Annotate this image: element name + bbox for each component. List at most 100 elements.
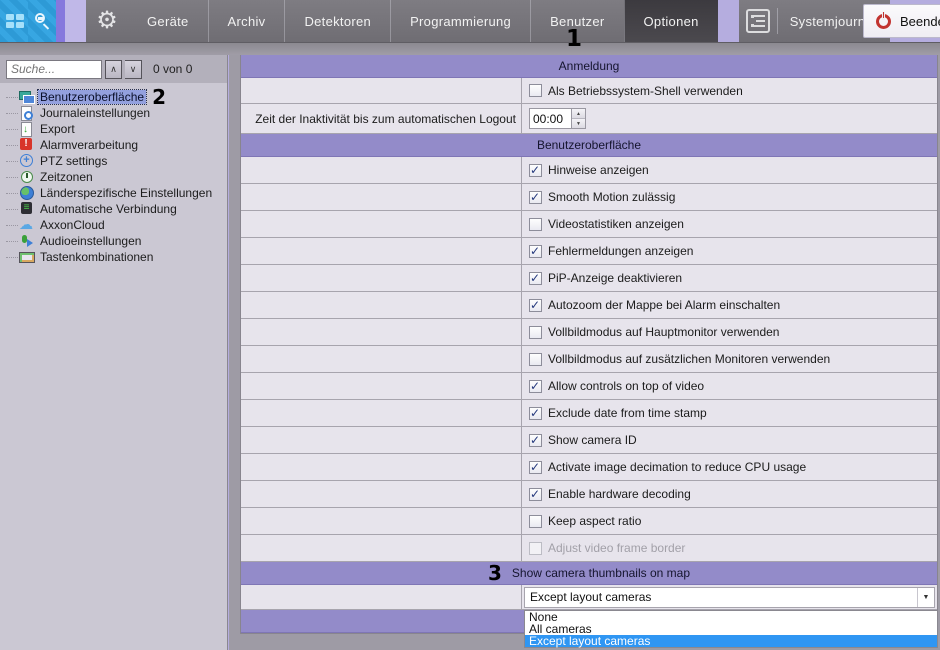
tree-item-label: Alarmverarbeitung — [38, 138, 140, 152]
tree-connector — [6, 129, 18, 130]
thumbnails-dropdown[interactable]: Except layout cameras▼ — [524, 587, 935, 608]
checkbox-label: Vollbildmodus auf zusätzlichen Monitoren… — [548, 352, 830, 366]
accent-stripe-light — [65, 0, 86, 42]
tree-item-globe[interactable]: Länderspezifische Einstellungen — [6, 185, 227, 201]
tree-item-cloud[interactable]: AxxonCloud — [6, 217, 227, 233]
layouts-tile-button[interactable] — [0, 0, 28, 42]
tab-archiv[interactable]: Archiv — [208, 0, 285, 42]
checkbox[interactable] — [529, 245, 542, 258]
checkbox[interactable] — [529, 299, 542, 312]
options-sidebar: ∧ ∨ 0 von 0 Benutzeroberfläche2Journalei… — [0, 55, 228, 650]
options-panel: Anmeldung Als Betriebssystem-Shell verwen… — [240, 55, 938, 634]
option-row: Smooth Motion zulässig — [241, 184, 937, 211]
checkbox[interactable] — [529, 164, 542, 177]
option-label-cell — [241, 585, 522, 609]
option-row: Adjust video frame border — [241, 535, 937, 562]
tree-connector — [6, 209, 18, 210]
export-icon — [19, 122, 34, 136]
chevron-down-icon[interactable]: ▼ — [917, 588, 934, 607]
search-result-count: 0 von 0 — [153, 62, 192, 76]
tab-geräte[interactable]: Geräte — [128, 0, 208, 42]
option-value-cell: Autozoom der Mappe bei Alarm einschalten — [522, 292, 937, 318]
section-header: 3 Show camera thumbnails on map — [241, 562, 937, 585]
option-row: Als Betriebssystem-Shell verwenden — [241, 78, 937, 104]
checkbox-label: Allow controls on top of video — [548, 379, 704, 393]
checkbox-label: Enable hardware decoding — [548, 487, 691, 501]
inactivity-time-input[interactable] — [529, 108, 571, 129]
option-label-cell — [241, 292, 522, 318]
option-row: Exclude date from time stamp — [241, 400, 937, 427]
checkbox[interactable] — [529, 461, 542, 474]
section-header: Anmeldung — [241, 55, 937, 78]
option-value-cell: Enable hardware decoding — [522, 481, 937, 507]
tree-connector — [6, 145, 18, 146]
settings-tabs: GeräteArchivDetektorenProgrammierungBenu… — [128, 0, 718, 42]
checkbox-label: Activate image decimation to reduce CPU … — [548, 460, 806, 474]
tree-connector — [6, 241, 18, 242]
tab-detektoren[interactable]: Detektoren — [284, 0, 390, 42]
search-tile-button[interactable] — [28, 0, 56, 42]
tree-item-autoconnect[interactable]: Automatische Verbindung — [6, 201, 227, 217]
option-row: Keep aspect ratio — [241, 508, 937, 535]
option-label-cell — [241, 319, 522, 345]
option-row: Show camera ID — [241, 427, 937, 454]
option-value-cell: ▲▼ — [522, 104, 937, 133]
option-value-cell: Vollbildmodus auf zusätzlichen Monitoren… — [522, 346, 937, 372]
tree-item-audio[interactable]: Audioeinstellungen — [6, 233, 227, 249]
tree-item-label: Export — [38, 122, 77, 136]
search-input[interactable] — [6, 60, 102, 79]
globe-icon — [19, 186, 34, 200]
checkbox[interactable] — [529, 191, 542, 204]
tree-item-export[interactable]: Export — [6, 121, 227, 137]
gear-icon: ⚙ — [96, 9, 118, 33]
annotation-step-3: 3 — [488, 563, 502, 583]
spinner-up-button[interactable]: ▲ — [572, 109, 585, 118]
tree-item-label: PTZ settings — [38, 154, 109, 168]
tab-optionen[interactable]: Optionen — [624, 0, 718, 42]
search-prev-button[interactable]: ∧ — [105, 60, 122, 79]
tab-programmierung[interactable]: Programmierung — [390, 0, 530, 42]
settings-button[interactable]: ⚙ — [86, 0, 128, 42]
tree-connector — [6, 97, 18, 98]
spinner-down-button[interactable]: ▼ — [572, 118, 585, 128]
tree-item-interface[interactable]: Benutzeroberfläche2 — [6, 89, 227, 105]
checkbox-label: Hinweise anzeigen — [548, 163, 649, 177]
checkbox[interactable] — [529, 434, 542, 447]
option-value-cell: Activate image decimation to reduce CPU … — [522, 454, 937, 480]
alarm-icon — [19, 138, 34, 152]
section-header-label: Show camera thumbnails on map — [512, 566, 690, 580]
option-value-cell: Smooth Motion zulässig — [522, 184, 937, 210]
tree-item-journal-search[interactable]: Journaleinstellungen — [6, 105, 227, 121]
option-row: Except layout cameras▼ — [241, 585, 937, 610]
tree-item-keyboard[interactable]: Tastenkombinationen — [6, 249, 227, 265]
option-row: Zeit der Inaktivität bis zum automatisch… — [241, 104, 937, 134]
tree-item-label: Länderspezifische Einstellungen — [38, 186, 214, 200]
checkbox[interactable] — [529, 515, 542, 528]
systemjournal-button[interactable] — [739, 0, 777, 42]
checkbox[interactable] — [529, 407, 542, 420]
checkbox[interactable] — [529, 353, 542, 366]
section-header-label: Anmeldung — [559, 59, 620, 73]
option-value-cell: Exclude date from time stamp — [522, 400, 937, 426]
checkbox[interactable] — [529, 84, 542, 97]
option-value-cell: Vollbildmodus auf Hauptmonitor verwenden — [522, 319, 937, 345]
option-value-cell: Als Betriebssystem-Shell verwenden — [522, 78, 937, 103]
option-value-cell: Show camera ID — [522, 427, 937, 453]
checkbox[interactable] — [529, 218, 542, 231]
journal-icon — [746, 9, 770, 33]
tree-item-alarm[interactable]: Alarmverarbeitung — [6, 137, 227, 153]
search-next-button[interactable]: ∨ — [125, 60, 142, 79]
checkbox[interactable] — [529, 326, 542, 339]
checkbox[interactable] — [529, 488, 542, 501]
toolbar-shadow-strip — [0, 42, 940, 55]
dropdown-option[interactable]: Except layout cameras — [525, 635, 937, 647]
dropdown-selected-value: Except layout cameras — [525, 588, 917, 607]
checkbox — [529, 542, 542, 555]
tree-item-ptz[interactable]: PTZ settings — [6, 153, 227, 169]
checkbox[interactable] — [529, 380, 542, 393]
checkbox[interactable] — [529, 272, 542, 285]
exit-button[interactable]: Beenden — [863, 4, 940, 38]
tree-connector — [6, 113, 18, 114]
tree-item-timezone[interactable]: Zeitzonen — [6, 169, 227, 185]
settings-tab-strip: ⚙ GeräteArchivDetektorenProgrammierungBe… — [86, 0, 718, 42]
